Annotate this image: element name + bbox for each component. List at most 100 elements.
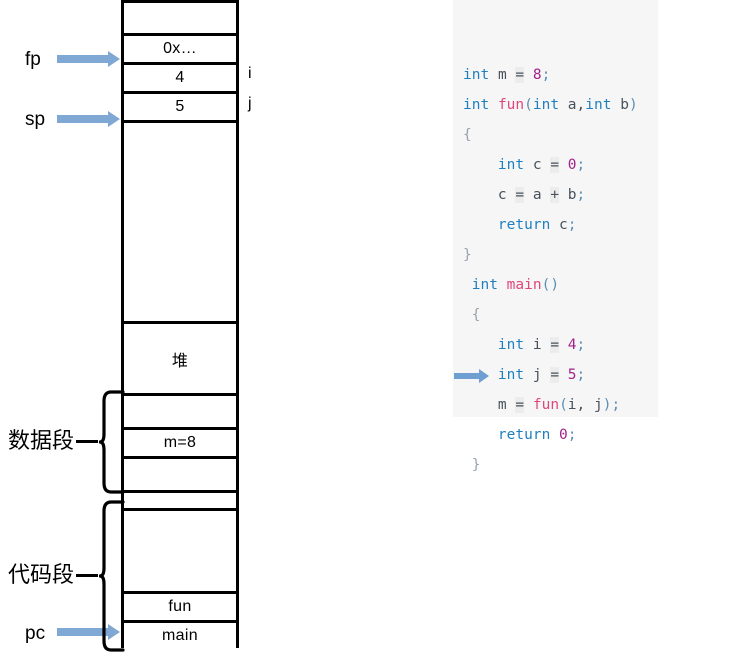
code-token: { xyxy=(471,307,481,323)
code-token: j xyxy=(532,367,542,383)
code-token: m xyxy=(497,67,507,83)
code-token: int xyxy=(497,367,525,383)
code-token: int xyxy=(463,67,490,83)
source-code-panel[interactable]: int m = 8; int fun(int a,int b){ int c = … xyxy=(453,0,658,473)
code-token: fun xyxy=(497,97,525,113)
code-token: = xyxy=(550,337,560,353)
code-token: m xyxy=(497,397,507,413)
code-token: ) xyxy=(628,97,638,113)
code-token: int xyxy=(532,97,560,113)
memory-column: 0x… 4 5 堆 m=8 fun main xyxy=(121,0,239,648)
pointer-label-sp: sp xyxy=(25,109,46,130)
code-segment-tick xyxy=(76,574,98,577)
code-token: main xyxy=(506,277,542,293)
code-token: } xyxy=(471,457,481,473)
code-line[interactable]: { xyxy=(453,300,658,330)
code-line[interactable]: int fun(int a,int b) xyxy=(453,90,658,120)
code-token: ( xyxy=(524,97,533,113)
code-token: + xyxy=(550,187,560,203)
code-token: i xyxy=(532,337,542,353)
cell-global-m: m=8 xyxy=(124,427,236,456)
pointer-label-pc: pc xyxy=(25,623,46,644)
pointer-label-fp: fp xyxy=(25,49,41,70)
cell-i-value: 4 xyxy=(124,62,236,91)
code-line[interactable]: return c; xyxy=(453,210,658,240)
code-token: b xyxy=(559,187,577,203)
code-line[interactable]: return 0; xyxy=(453,420,658,450)
code-token: int xyxy=(497,337,525,353)
code-line[interactable]: } xyxy=(453,240,658,270)
memory-layout-diagram: 0x… 4 5 堆 m=8 fun main i j fp sp pc 数据段 … xyxy=(0,0,450,664)
code-line[interactable]: { xyxy=(453,120,658,150)
code-token: ; xyxy=(611,397,621,413)
cell-heap: 堆 xyxy=(124,321,236,393)
code-token: () xyxy=(541,277,560,293)
data-segment-label: 数据段 xyxy=(8,428,75,453)
code-line[interactable]: int j = 5; xyxy=(453,360,658,390)
code-line[interactable]: int main() xyxy=(453,270,658,300)
side-label-j: j xyxy=(248,95,252,112)
code-token: i, j xyxy=(567,397,603,413)
code-line[interactable]: m = fun(i, j); xyxy=(453,390,658,420)
side-label-i: i xyxy=(248,65,252,82)
code-token: 5 xyxy=(567,367,577,383)
cell-return-address: 0x… xyxy=(124,33,236,62)
code-token: c xyxy=(550,217,568,233)
code-token: ; xyxy=(567,217,577,233)
code-line[interactable]: int c = 0; xyxy=(453,150,658,180)
cell-data-lower xyxy=(124,456,236,490)
code-token: int xyxy=(463,97,490,113)
data-segment-brace-icon xyxy=(99,390,125,494)
code-line[interactable]: c = a + b; xyxy=(453,180,658,210)
code-line[interactable]: int m = 8; xyxy=(453,60,658,90)
code-token: ; xyxy=(576,157,586,173)
code-token: = xyxy=(515,67,525,83)
code-token: return xyxy=(497,427,551,443)
cell-empty-top xyxy=(124,3,236,33)
cell-data-upper xyxy=(124,393,236,427)
code-token: c xyxy=(497,187,507,203)
cell-j-value: 5 xyxy=(124,91,236,120)
code-segment-label: 代码段 xyxy=(8,562,75,587)
code-line[interactable]: int i = 4; xyxy=(453,330,658,360)
cell-fun: fun xyxy=(124,591,236,620)
code-line[interactable]: } xyxy=(453,450,658,480)
code-token: ; xyxy=(576,187,586,203)
execution-pointer-arrow-icon xyxy=(454,369,489,383)
code-token: = xyxy=(515,397,525,413)
code-token: ; xyxy=(576,337,586,353)
code-token: b xyxy=(611,97,629,113)
code-token: } xyxy=(463,247,472,263)
code-token: int xyxy=(497,157,525,173)
code-token: { xyxy=(463,127,472,143)
sp-arrow-icon xyxy=(57,111,120,127)
code-segment-brace-icon xyxy=(99,500,125,652)
code-token: a, xyxy=(559,97,586,113)
data-segment-tick xyxy=(76,440,98,443)
code-token: fun xyxy=(532,397,560,413)
code-token: 0 xyxy=(559,427,568,443)
code-token: 0 xyxy=(567,157,577,173)
cell-main: main xyxy=(124,620,236,648)
code-token: return xyxy=(497,217,551,233)
code-token: = xyxy=(550,157,560,173)
